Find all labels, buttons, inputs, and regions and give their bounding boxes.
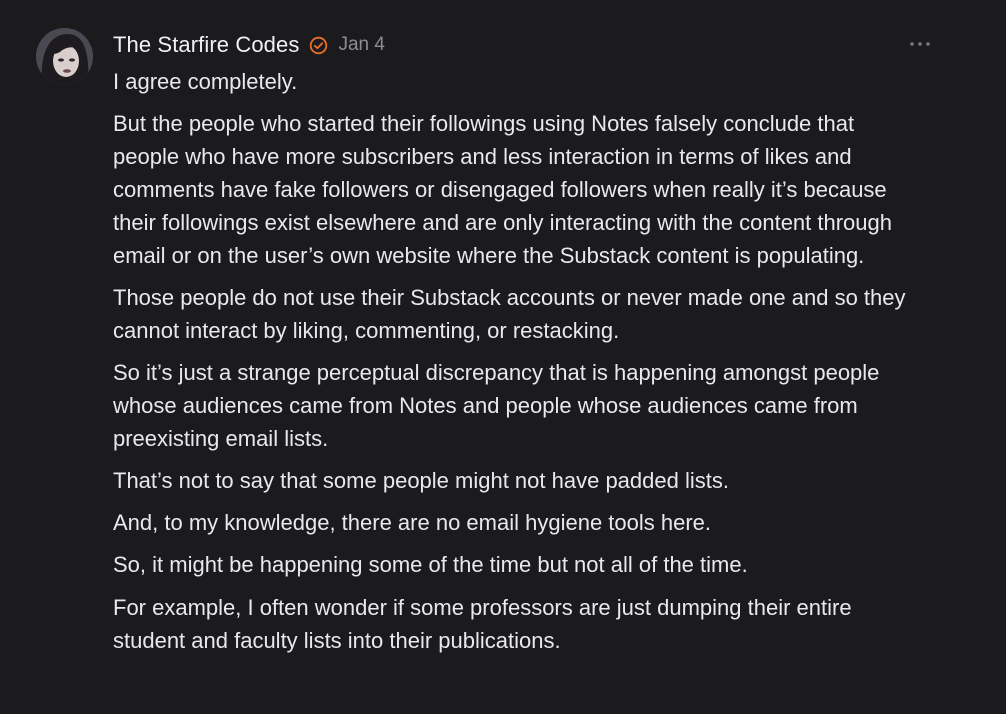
comment-header: The Starfire Codes Jan 4 [113, 28, 933, 62]
author-name[interactable]: The Starfire Codes [113, 32, 299, 58]
comment: The Starfire Codes Jan 4 I agree complet… [0, 0, 1006, 714]
comment-date[interactable]: Jan 4 [338, 34, 384, 56]
comment-paragraph: I agree completely. [113, 69, 298, 94]
comment-paragraph: And, to my knowledge, there are no email… [113, 510, 712, 535]
comment-paragraph: Those people do not use their Substack a… [113, 285, 906, 343]
verified-check-icon [309, 36, 328, 55]
comment-paragraph: So it’s just a strange perceptual discre… [113, 360, 880, 451]
comment-paragraph: For example, I often wonder if some prof… [113, 595, 852, 653]
comment-paragraph: That’s not to say that some people might… [113, 468, 729, 493]
ellipsis-icon [910, 42, 930, 46]
comment-body: I agree completely. But the people who s… [113, 65, 933, 657]
comment-paragraph: So, it might be happening some of the ti… [113, 552, 748, 577]
comment-content: The Starfire Codes Jan 4 I agree complet… [113, 28, 933, 666]
avatar-image [36, 28, 93, 85]
more-options-button[interactable] [906, 32, 934, 56]
avatar[interactable] [36, 28, 93, 85]
comment-paragraph: But the people who started their followi… [113, 111, 893, 268]
